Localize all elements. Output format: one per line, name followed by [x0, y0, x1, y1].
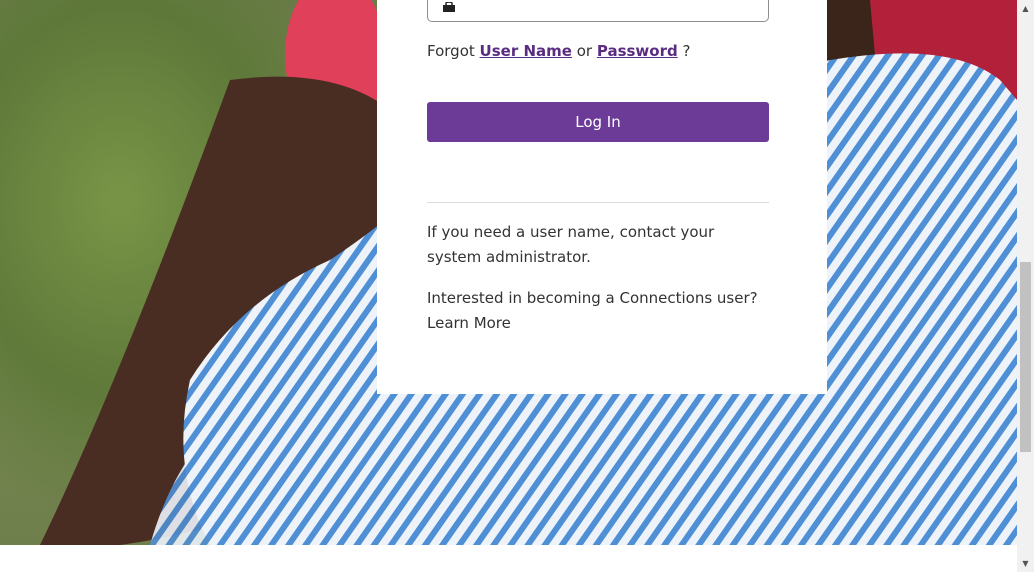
- password-field[interactable]: [427, 0, 769, 22]
- forgot-or-text: or: [576, 42, 593, 60]
- interest-text-block: Interested in becoming a Connections use…: [427, 286, 772, 336]
- forgot-credentials-line: Forgot User Name or Password ?: [427, 42, 690, 60]
- forgot-username-link[interactable]: User Name: [480, 42, 572, 60]
- lock-icon: [443, 2, 455, 12]
- forgot-suffix: ?: [682, 42, 691, 60]
- vertical-scrollbar[interactable]: ▲ ▼: [1017, 0, 1034, 572]
- page-viewport: Forgot User Name or Password ? Log In If…: [0, 0, 1034, 572]
- interest-text: Interested in becoming a Connections use…: [427, 289, 758, 307]
- triangle-up-icon[interactable]: ▲: [1017, 0, 1034, 17]
- scroll-thumb[interactable]: [1020, 262, 1031, 452]
- learn-more-link[interactable]: Learn More: [427, 314, 511, 332]
- triangle-down-icon[interactable]: ▼: [1017, 555, 1034, 572]
- forgot-password-link[interactable]: Password: [597, 42, 678, 60]
- help-text: If you need a user name, contact your sy…: [427, 223, 715, 266]
- section-divider: [427, 202, 769, 203]
- log-in-button[interactable]: Log In: [427, 102, 769, 142]
- login-card: Forgot User Name or Password ? Log In If…: [377, 0, 827, 394]
- forgot-prefix: Forgot: [427, 42, 475, 60]
